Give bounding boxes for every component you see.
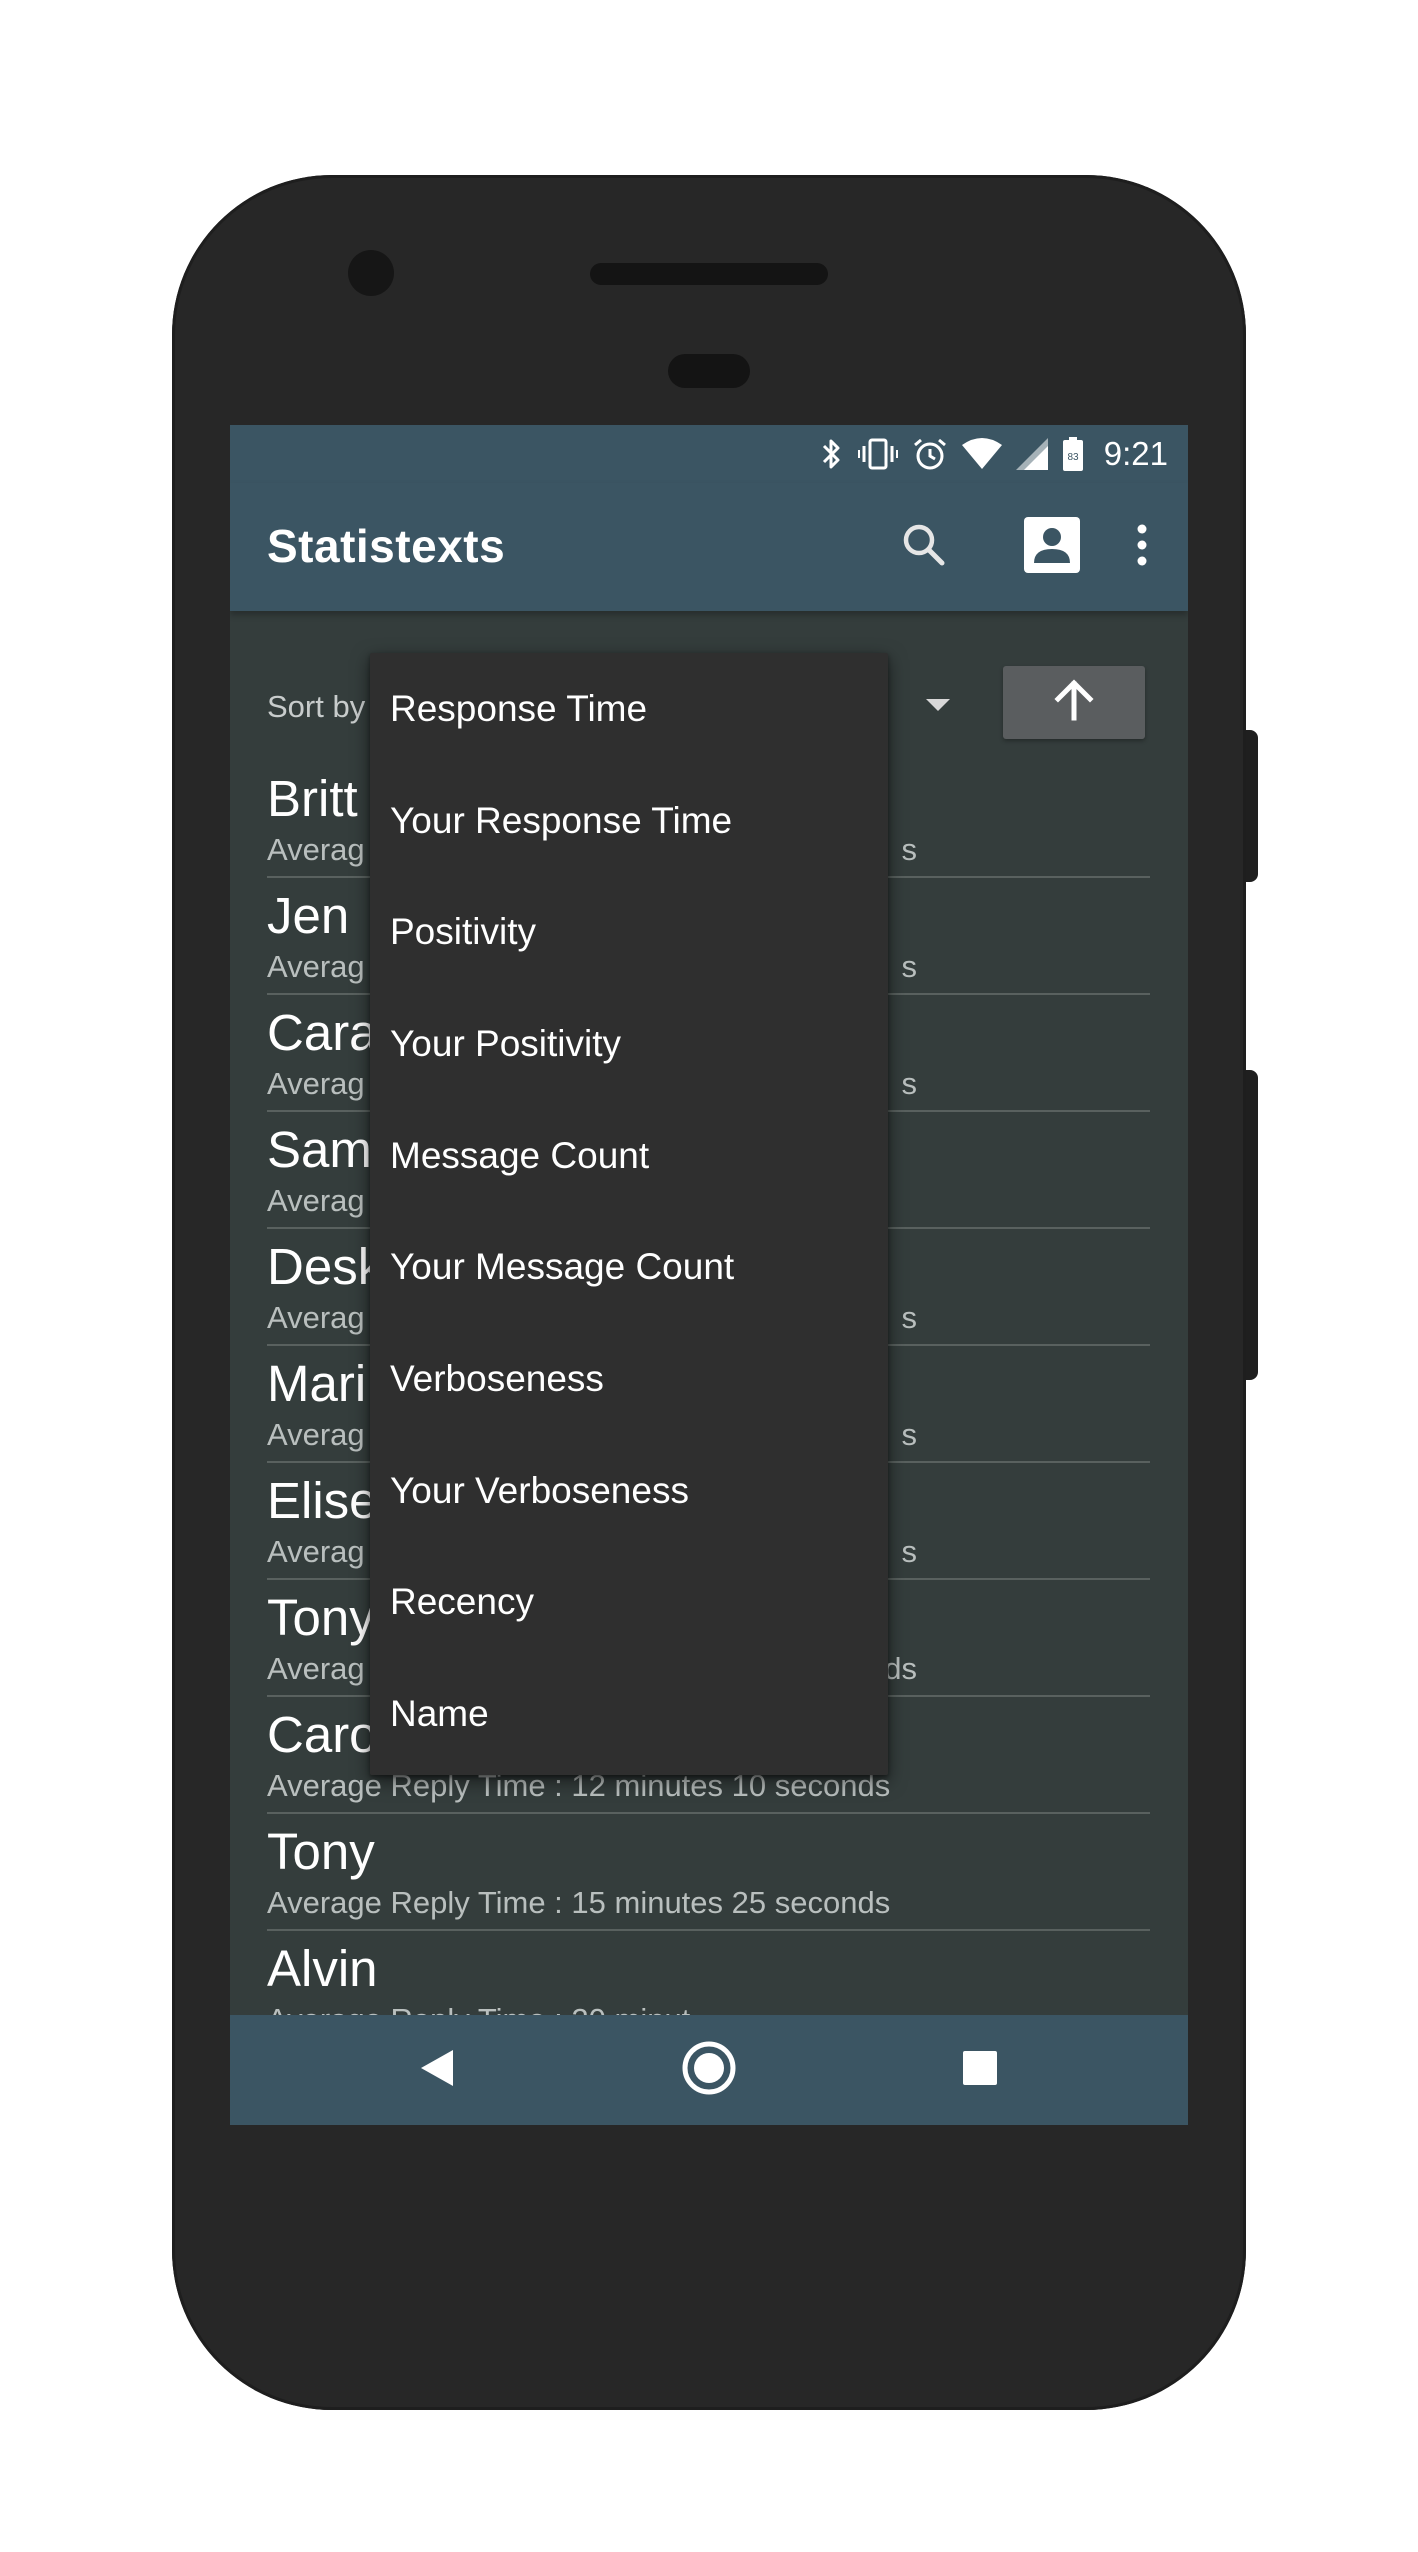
contact-reply-time-tail: s xyxy=(901,949,918,984)
alarm-icon xyxy=(912,436,948,472)
battery-icon: 83 xyxy=(1062,436,1084,472)
recents-icon xyxy=(962,2050,998,2091)
device-mockup: 83 9:21 Statistexts Sort by Britt Averag… xyxy=(0,0,1418,2552)
app-bar: Statistexts xyxy=(230,483,1188,611)
contact-reply-time: Averag xyxy=(267,1651,365,1686)
sort-option[interactable]: Your Verboseness xyxy=(370,1435,888,1547)
wifi-icon xyxy=(961,437,1002,471)
status-time: 9:21 xyxy=(1103,435,1168,472)
sort-option[interactable]: Message Count xyxy=(370,1100,888,1212)
arrow-up-icon xyxy=(1052,678,1096,727)
contact-reply-time: Averag xyxy=(267,1534,365,1569)
contacts-button[interactable] xyxy=(1008,503,1096,591)
contact-name: Caro xyxy=(267,1706,378,1763)
contact-name: Tony xyxy=(267,1823,375,1880)
contact-reply-time: Averag xyxy=(267,1183,365,1218)
contact-reply-time: Averag xyxy=(267,949,365,984)
sort-option[interactable]: Verboseness xyxy=(370,1323,888,1435)
contact-reply-time: Averag xyxy=(267,1417,365,1452)
earpiece-speaker xyxy=(590,263,828,285)
sort-dropdown-menu: Response Time Your Response Time Positivit… xyxy=(370,653,888,1775)
sort-option[interactable]: Response Time xyxy=(370,653,888,765)
contact-name: Jen xyxy=(267,887,350,944)
volume-button xyxy=(1246,1070,1258,1380)
vibrate-icon xyxy=(857,436,898,472)
sort-label: Sort by xyxy=(267,689,366,724)
contact-name: Elise xyxy=(267,1472,378,1529)
contact-row[interactable]: Tony Average Reply Time : 15 minutes 25 s… xyxy=(267,1814,1150,1931)
contact-name: Cara xyxy=(267,1004,378,1061)
proximity-sensor xyxy=(668,354,750,388)
overflow-menu-button[interactable] xyxy=(1112,503,1172,591)
contact-reply-time-tail: ds xyxy=(884,1651,917,1686)
power-button xyxy=(1246,730,1258,882)
contact-name: Mari xyxy=(267,1355,367,1412)
contact-icon xyxy=(1022,515,1082,580)
search-icon xyxy=(900,521,948,574)
front-camera xyxy=(348,250,394,296)
contact-reply-time-tail: s xyxy=(901,832,918,867)
status-icons: 83 9:21 xyxy=(820,433,1168,475)
contact-name: Tony xyxy=(267,1589,375,1646)
sort-option[interactable]: Your Response Time xyxy=(370,765,888,877)
recents-button[interactable] xyxy=(945,2035,1015,2105)
sort-option[interactable]: Your Positivity xyxy=(370,988,888,1100)
contact-name: Alvin xyxy=(267,1940,378,1997)
contact-name: Desk xyxy=(267,1238,384,1295)
sort-order-button[interactable] xyxy=(1003,666,1145,739)
contact-reply-time: Average Reply Time : 15 minutes 25 secon… xyxy=(267,1885,891,1920)
sort-option[interactable]: Name xyxy=(370,1658,888,1770)
contact-name: Britt xyxy=(267,770,358,827)
contact-reply-time: Averag xyxy=(267,1066,365,1101)
contact-reply-time: Averag xyxy=(267,1300,365,1335)
more-vert-icon xyxy=(1136,523,1148,572)
sort-option[interactable]: Positivity xyxy=(370,876,888,988)
contact-reply-time-tail: s xyxy=(901,1417,918,1452)
screen: 83 9:21 Statistexts Sort by Britt Averag… xyxy=(230,425,1188,2125)
battery-level: 83 xyxy=(1067,452,1079,463)
search-button[interactable] xyxy=(880,503,968,591)
navigation-bar xyxy=(230,2015,1188,2125)
app-title: Statistexts xyxy=(267,520,506,572)
bluetooth-icon xyxy=(820,436,844,472)
contact-reply-time-tail: s xyxy=(901,1300,918,1335)
contact-reply-time: Averag xyxy=(267,832,365,867)
contact-name: Sam xyxy=(267,1121,372,1178)
sort-option[interactable]: Recency xyxy=(370,1547,888,1659)
signal-icon xyxy=(1015,438,1048,470)
back-icon xyxy=(419,2048,455,2093)
contact-reply-time-tail: s xyxy=(901,1066,918,1101)
home-icon xyxy=(681,2040,737,2101)
sort-dropdown-caret-icon[interactable] xyxy=(926,699,950,711)
back-button[interactable] xyxy=(402,2035,472,2105)
home-button[interactable] xyxy=(674,2035,744,2105)
sort-option[interactable]: Your Message Count xyxy=(370,1211,888,1323)
status-bar: 83 9:21 xyxy=(230,425,1188,483)
contact-reply-time-tail: s xyxy=(901,1534,918,1569)
